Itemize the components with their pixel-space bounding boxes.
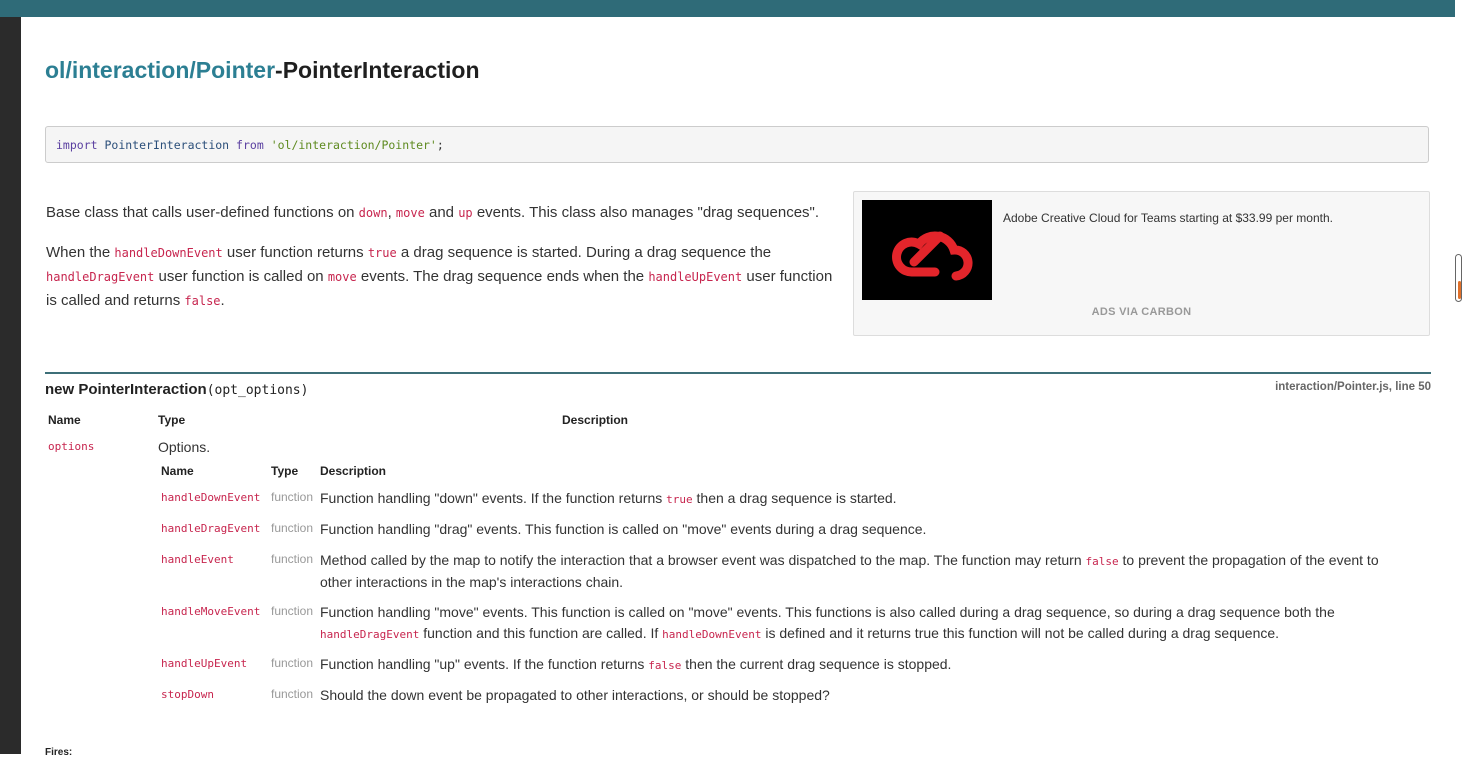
module-link[interactable]: ol/interaction/Pointer (45, 57, 275, 83)
description-paragraph-1: Base class that calls user-defined funct… (46, 201, 836, 225)
code-handle-down-event: handleDownEvent (114, 246, 223, 260)
option-name: handleUpEvent (161, 657, 248, 670)
text: then the current drag sequence is stoppe… (681, 656, 952, 672)
code-handle-drag-event: handleDragEvent (46, 270, 155, 284)
option-description: Method called by the map to notify the i… (320, 550, 1410, 593)
import-semicolon: ; (436, 138, 444, 152)
text: Function handling "up" events. If the fu… (320, 656, 649, 672)
ads-via-carbon-link[interactable]: ADS VIA CARBON (854, 306, 1429, 318)
constructor-name: new PointerInteraction (45, 381, 207, 398)
code-false: false (184, 294, 221, 308)
option-name: handleEvent (161, 553, 234, 566)
options-header-name: Name (161, 464, 194, 478)
title-separator: - (275, 57, 283, 83)
top-bar (0, 0, 1455, 17)
code-true: true (367, 246, 397, 260)
options-header-type: Type (271, 464, 299, 478)
params-header-description: Description (562, 413, 629, 427)
text: , (387, 204, 396, 221)
option-type: function (271, 656, 314, 670)
text: function and this function are called. I… (419, 625, 663, 641)
option-name: handleMoveEvent (161, 605, 261, 618)
text: Base class that calls user-defined funct… (46, 204, 359, 221)
code-handle-down-event: handleDownEvent (662, 628, 762, 641)
section-divider (45, 372, 1431, 374)
fires-heading: Fires: (45, 747, 73, 758)
param-options: options (48, 440, 95, 453)
left-sidebar-strip (0, 17, 21, 754)
text: Function handling "move" events. This fu… (320, 604, 1335, 620)
class-description: Base class that calls user-defined funct… (46, 201, 836, 329)
creative-cloud-logo-icon (892, 231, 973, 281)
option-type: function (271, 490, 314, 504)
ad-text-link[interactable]: Adobe Creative Cloud for Teams starting … (1003, 211, 1333, 225)
text: . (220, 292, 225, 309)
import-path: 'ol/interaction/Pointer' (270, 138, 437, 152)
option-type: function (271, 521, 314, 535)
class-name: PointerInteraction (282, 57, 480, 83)
option-description: Function handling "move" events. This fu… (320, 602, 1420, 645)
params-header-type: Type (158, 413, 186, 427)
code-handle-up-event: handleUpEvent (648, 270, 743, 284)
import-identifier: PointerInteraction (104, 138, 230, 152)
param-options-description: Options. (158, 439, 211, 455)
from-keyword: from (236, 138, 264, 152)
params-header-name: Name (48, 413, 81, 427)
description-paragraph-2: When the handleDownEvent user function r… (46, 241, 836, 313)
option-name: stopDown (161, 688, 214, 701)
text: a drag sequence is started. During a dra… (396, 244, 772, 261)
import-keyword: import (56, 138, 98, 152)
code-false: false (648, 659, 682, 672)
ad-image[interactable] (862, 200, 992, 300)
scrollbar[interactable] (1455, 254, 1462, 302)
carbon-ad[interactable]: Adobe Creative Cloud for Teams starting … (853, 191, 1430, 336)
option-description: Function handling "down" events. If the … (320, 488, 1420, 510)
code-up: up (458, 206, 473, 220)
option-type: function (271, 687, 314, 701)
text: events. The drag sequence ends when the (356, 268, 649, 285)
code-move: move (327, 270, 357, 284)
option-type: function (271, 552, 314, 566)
option-name: handleDragEvent (161, 522, 261, 535)
option-description: Function handling "drag" events. This fu… (320, 521, 927, 537)
text: is defined and it returns true this func… (761, 625, 1280, 641)
option-description: Should the down event be propagated to o… (320, 687, 830, 703)
code-down: down (358, 206, 388, 220)
text: and (424, 204, 459, 221)
text: user function returns (222, 244, 368, 261)
text: then a drag sequence is started. (692, 490, 897, 506)
code-false: false (1085, 555, 1119, 568)
text: Method called by the map to notify the i… (320, 552, 1086, 568)
scrollbar-thumb[interactable] (1458, 281, 1461, 299)
options-header-description: Description (320, 464, 387, 478)
text: user function is called on (154, 268, 328, 285)
page-title: ol/interaction/Pointer-PointerInteractio… (45, 57, 480, 84)
code-move: move (395, 206, 425, 220)
text: Function handling "down" events. If the … (320, 490, 667, 506)
text: events. This class also manages "drag se… (472, 204, 820, 221)
code-true: true (666, 493, 693, 506)
option-type: function (271, 604, 314, 618)
option-description: Function handling "up" events. If the fu… (320, 654, 1420, 676)
code-handle-drag-event: handleDragEvent (320, 628, 420, 641)
constructor-params: (opt_options) (206, 383, 309, 398)
source-link[interactable]: interaction/Pointer.js, line 50 (1275, 381, 1431, 393)
text: When the (46, 244, 115, 261)
option-name: handleDownEvent (161, 491, 261, 504)
constructor-signature: new PointerInteraction(opt_options) (45, 381, 308, 398)
import-code-block: import PointerInteraction from 'ol/inter… (45, 126, 1429, 163)
